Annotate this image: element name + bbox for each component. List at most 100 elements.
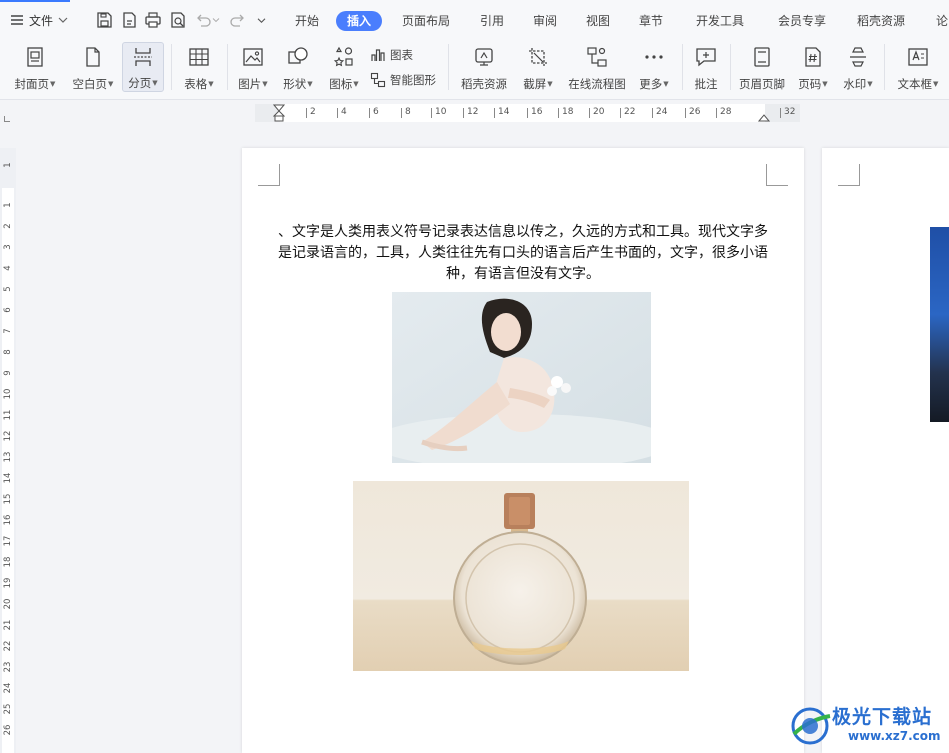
menu-bar: 文件 开始 插入 页面布局 引用 审阅 视图 章节 开发工具 会员专享 稻壳资源… bbox=[0, 0, 949, 40]
save-button[interactable] bbox=[94, 10, 114, 30]
ruler-tick-label: 25 bbox=[3, 703, 13, 715]
loading-indicator bbox=[0, 0, 70, 2]
tab-view[interactable]: 视图 bbox=[586, 11, 610, 31]
header-footer-button[interactable]: 页眉页脚 bbox=[736, 42, 788, 92]
caret-down-icon: ▼ bbox=[152, 79, 158, 87]
horizontal-ruler[interactable]: 2 4 6 8 10 12 14 16 18 20 22 24 26 28 32 bbox=[255, 104, 800, 122]
ruler-tick-label: 1 bbox=[3, 202, 13, 208]
ruler-tick-mark bbox=[369, 108, 370, 118]
tab-references[interactable]: 引用 bbox=[480, 11, 504, 31]
screenshot-button[interactable]: 截屏 ▼ bbox=[518, 42, 558, 92]
icons-button[interactable]: 图标 ▼ bbox=[324, 42, 364, 92]
caret-down-icon: ▼ bbox=[353, 80, 359, 88]
insert-ribbon: 封面页 ▼ 空白页 ▼ 分页 ▼ 表格 ▼ 图片 ▼ 形状 ▼ 图标 ▼ 图表 智能图形 稻壳… bbox=[0, 40, 949, 100]
ruler-tick-label: 19 bbox=[3, 577, 13, 589]
perfume-photo[interactable] bbox=[353, 481, 689, 671]
ruler-tick-label: 20 bbox=[3, 598, 13, 610]
file-menu-label: 文件 bbox=[29, 13, 54, 28]
ruler-tick-label: 26 bbox=[3, 724, 13, 736]
undo-dropdown[interactable] bbox=[210, 10, 222, 30]
comment-button[interactable]: 批注 bbox=[688, 42, 724, 92]
ruler-tick-label: 18 bbox=[3, 556, 13, 568]
more-button[interactable]: 更多 ▼ bbox=[634, 42, 674, 92]
indent-marker-icon[interactable] bbox=[273, 104, 285, 122]
ruler-tick-label: 32 bbox=[784, 107, 796, 117]
tab-developer[interactable]: 开发工具 bbox=[696, 11, 744, 31]
document-paragraph[interactable]: 、文字是人类用表义符号记录表达信息以传之，久远的方式和工具。现代文字多是记录语言… bbox=[272, 222, 774, 285]
ribbon-separator bbox=[448, 44, 449, 90]
city-photo[interactable] bbox=[930, 227, 949, 422]
textbox-button[interactable]: 文本框 ▼ bbox=[892, 42, 944, 92]
ruler-tick-label: 7 bbox=[3, 328, 13, 334]
redo-icon bbox=[230, 14, 244, 27]
docer-resource-button[interactable]: 稻壳资源 bbox=[456, 42, 512, 92]
file-menu-button[interactable]: 文件 bbox=[10, 10, 68, 30]
tab-docer-resources[interactable]: 稻壳资源 bbox=[857, 11, 905, 31]
watermark-button[interactable]: 水印 ▼ bbox=[838, 42, 878, 92]
woman-photo[interactable] bbox=[392, 292, 651, 463]
caret-down-icon: ▼ bbox=[663, 80, 669, 88]
hamburger-icon bbox=[11, 15, 23, 25]
table-icon bbox=[186, 44, 212, 70]
tab-insert[interactable]: 插入 bbox=[336, 11, 383, 31]
print-button[interactable] bbox=[143, 10, 163, 30]
ruler-tick-label: 24 bbox=[3, 682, 13, 694]
next-document-page[interactable] bbox=[822, 148, 949, 753]
ruler-tick-label: 20 bbox=[593, 107, 605, 117]
cover-page-button[interactable]: 封面页 ▼ bbox=[10, 42, 60, 92]
chart-button[interactable]: 图表 bbox=[370, 46, 413, 64]
chevron-down-icon bbox=[257, 17, 265, 23]
shapes-icon bbox=[285, 44, 311, 70]
smartart-label: 智能图形 bbox=[390, 73, 436, 87]
ruler-tick-mark bbox=[716, 108, 717, 118]
blank-page-label: 空白页 bbox=[72, 77, 108, 91]
tab-review[interactable]: 审阅 bbox=[533, 11, 557, 31]
ruler-tick-mark bbox=[306, 108, 307, 118]
flowchart-button[interactable]: 在线流程图 bbox=[564, 42, 630, 92]
page-number-button[interactable]: 页码 ▼ bbox=[794, 42, 832, 92]
blank-page-button[interactable]: 空白页 ▼ bbox=[68, 42, 118, 92]
redo-button[interactable] bbox=[228, 10, 248, 30]
more-label: 更多 bbox=[639, 77, 663, 91]
textbox-label: 文本框 bbox=[897, 77, 933, 91]
tab-home[interactable]: 开始 bbox=[295, 11, 319, 31]
ruler-tick-label: 16 bbox=[3, 514, 13, 526]
right-indent-marker-icon[interactable] bbox=[758, 112, 770, 122]
tab-member[interactable]: 会员专享 bbox=[778, 11, 826, 31]
picture-button[interactable]: 图片 ▼ bbox=[233, 42, 273, 92]
export-pdf-button[interactable] bbox=[119, 10, 139, 30]
page-break-button[interactable]: 分页 ▼ bbox=[122, 42, 164, 92]
header-footer-icon bbox=[749, 44, 775, 70]
ruler-tick-mark bbox=[652, 108, 653, 118]
caret-down-icon: ▼ bbox=[307, 80, 313, 88]
ruler-tick-label: 13 bbox=[3, 451, 13, 463]
ruler-tick-label: 8 bbox=[3, 349, 13, 355]
ruler-tick-label: 3 bbox=[3, 244, 13, 250]
ruler-tick-label: 26 bbox=[689, 107, 701, 117]
ruler-tick-label: 21 bbox=[3, 619, 13, 631]
table-button[interactable]: 表格 ▼ bbox=[178, 42, 220, 92]
ribbon-separator bbox=[682, 44, 683, 90]
caret-down-icon: ▼ bbox=[867, 80, 873, 88]
tab-paper[interactable]: 论 bbox=[936, 11, 948, 31]
ruler-tick-mark bbox=[780, 108, 781, 118]
caret-down-icon: ▼ bbox=[822, 80, 828, 88]
watermark-label: 水印 bbox=[843, 77, 867, 91]
ruler-tick-label: 12 bbox=[467, 107, 479, 117]
chart-label: 图表 bbox=[390, 48, 413, 62]
document-page[interactable]: 、文字是人类用表义符号记录表达信息以传之，久远的方式和工具。现代文字多是记录语言… bbox=[242, 148, 804, 753]
comment-label: 批注 bbox=[694, 77, 718, 91]
tab-page-layout[interactable]: 页面布局 bbox=[402, 11, 450, 31]
ribbon-separator bbox=[171, 44, 172, 90]
vertical-ruler[interactable]: 1 1 2 3 4 5 6 7 8 9 10 11 12 13 14 15 16 17 18 19 20 21 22 23 24… bbox=[0, 148, 16, 753]
ribbon-separator bbox=[884, 44, 885, 90]
ruler-tick-label: 11 bbox=[3, 409, 13, 421]
smartart-button[interactable]: 智能图形 bbox=[370, 71, 436, 89]
tab-chapter[interactable]: 章节 bbox=[639, 11, 663, 31]
ruler-tick-mark bbox=[527, 108, 528, 118]
caret-down-icon: ▼ bbox=[208, 80, 214, 88]
shapes-button[interactable]: 形状 ▼ bbox=[278, 42, 318, 92]
smartart-icon bbox=[370, 72, 386, 88]
print-preview-button[interactable] bbox=[168, 10, 188, 30]
quick-access-customize[interactable] bbox=[254, 10, 268, 30]
